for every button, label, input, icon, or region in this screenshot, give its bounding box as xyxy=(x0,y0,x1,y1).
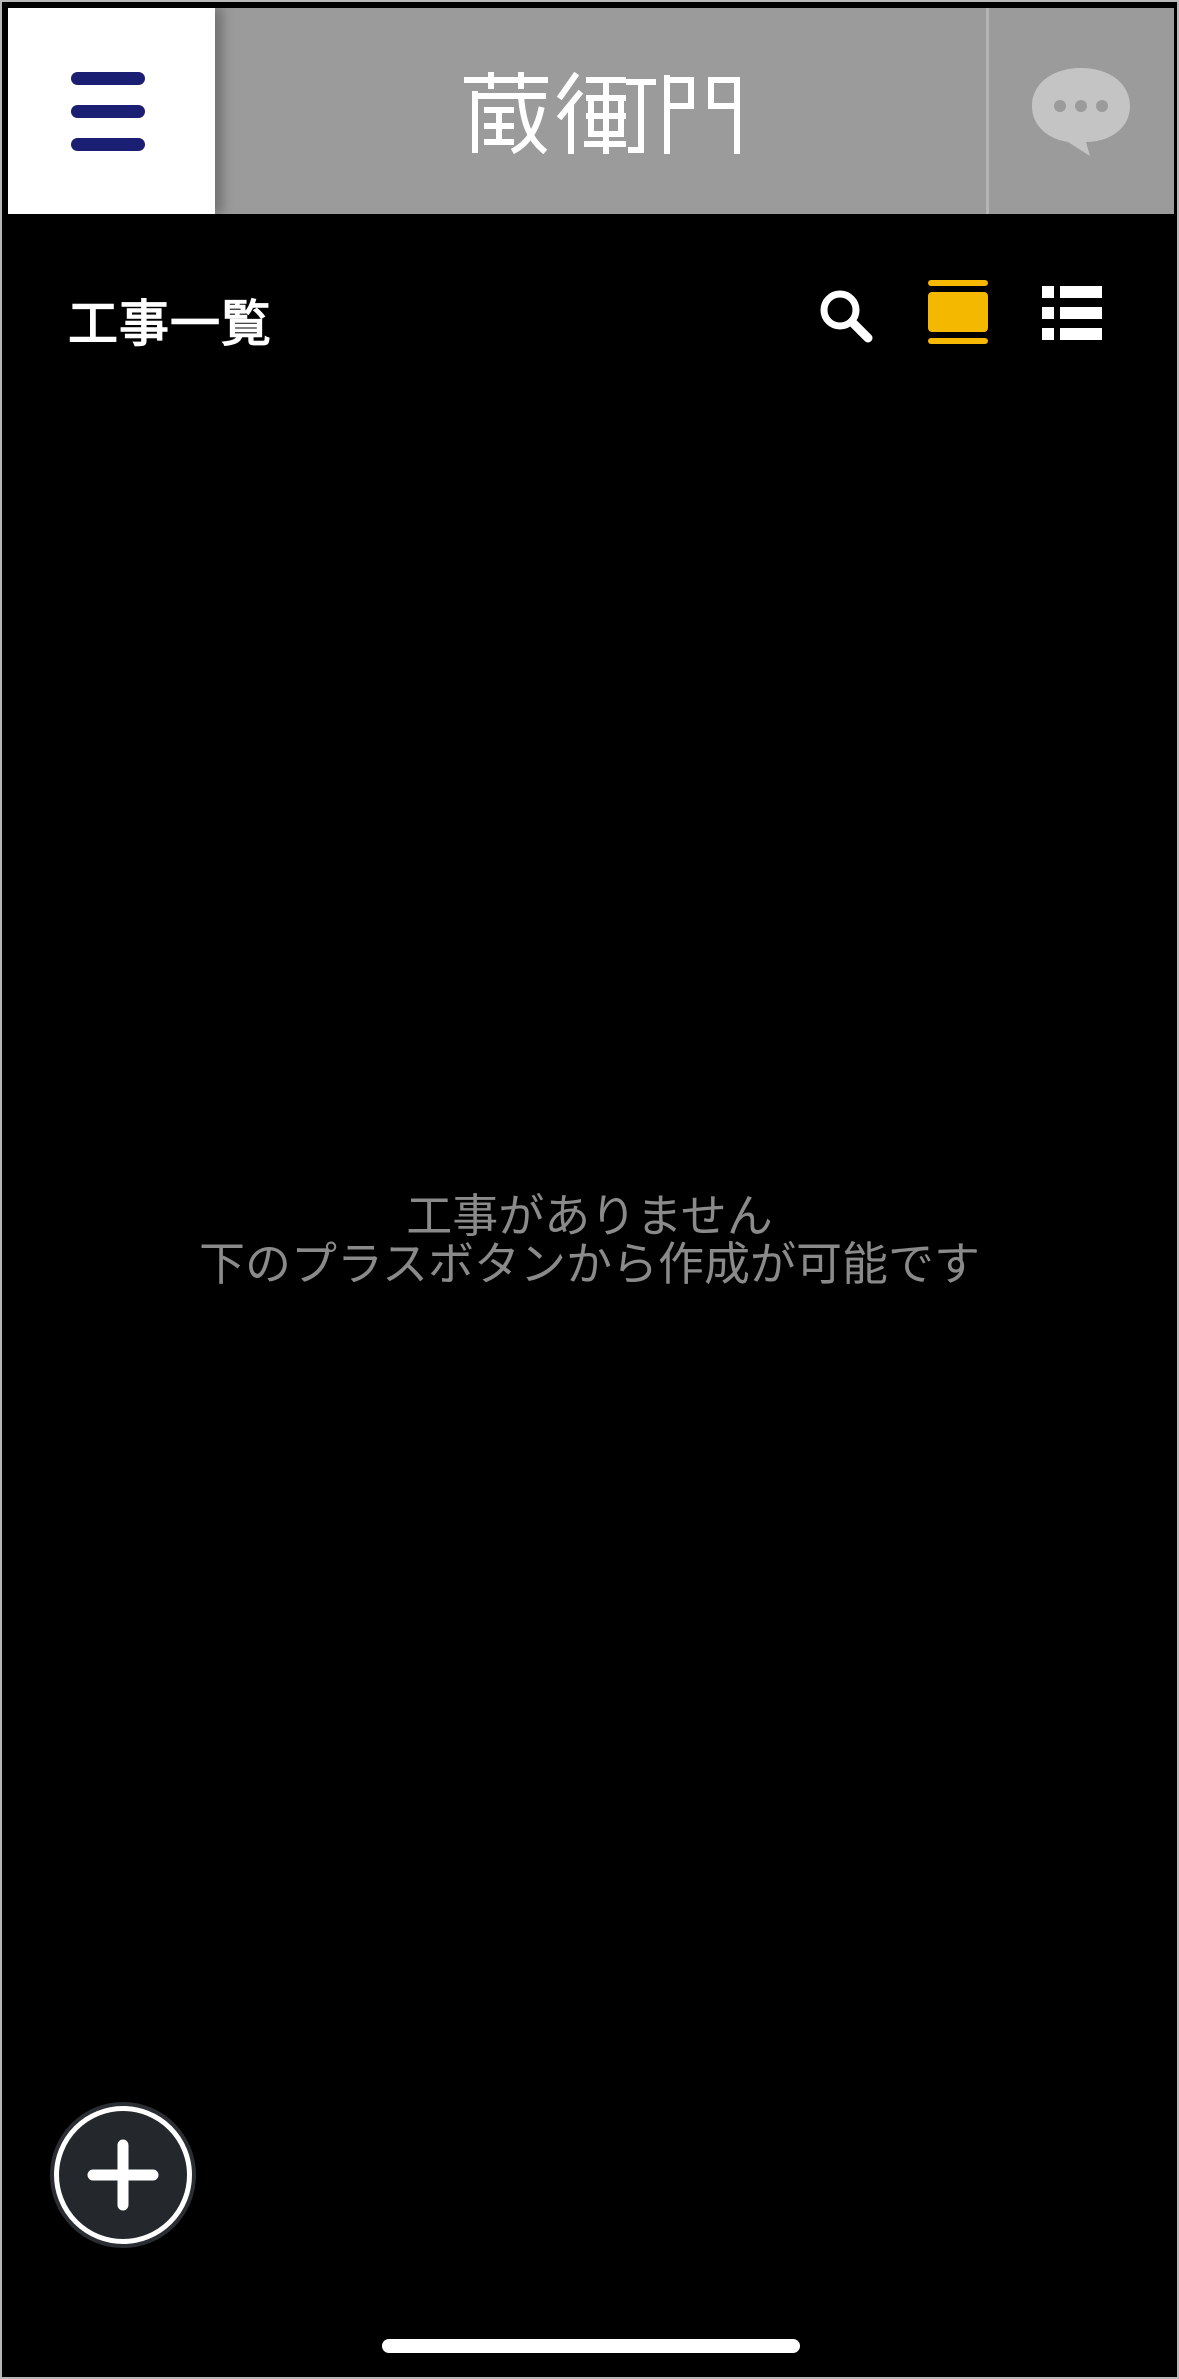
header-divider xyxy=(986,8,989,214)
list-view-icon[interactable] xyxy=(1042,286,1102,340)
empty-state-message: 工事がありません 下のプラスボタンから作成が可能です xyxy=(2,1192,1177,1288)
menu-bar-bottom xyxy=(71,138,145,151)
app-frame: 工事一覧 工事がありません 下のプラスボタンから作成が可能です xyxy=(0,0,1179,2379)
add-construction-button[interactable] xyxy=(54,2106,192,2244)
menu-bar-top xyxy=(71,72,145,85)
menu-bar-middle xyxy=(71,105,145,118)
home-indicator[interactable] xyxy=(382,2339,800,2353)
chat-bubble-icon[interactable] xyxy=(1028,64,1134,160)
card-view-icon[interactable] xyxy=(926,280,990,346)
empty-state-line2: 下のプラスボタンから作成が可能です xyxy=(198,1237,981,1291)
search-icon[interactable] xyxy=(818,288,874,344)
app-logo xyxy=(464,72,740,154)
page-title: 工事一覧 xyxy=(68,295,272,353)
empty-state-line1: 工事がありません xyxy=(406,1189,773,1243)
menu-button[interactable] xyxy=(8,8,215,214)
plus-icon xyxy=(87,2139,159,2211)
app-header xyxy=(8,8,1174,214)
